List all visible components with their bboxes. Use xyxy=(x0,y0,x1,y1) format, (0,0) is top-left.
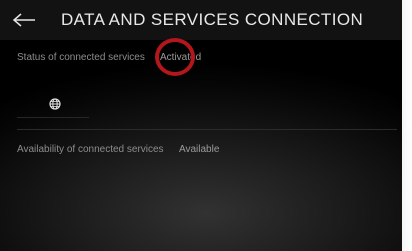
highlight-circle xyxy=(155,38,195,76)
header-bar: DATA AND SERVICES CONNECTION xyxy=(0,0,402,40)
page-title: DATA AND SERVICES CONNECTION xyxy=(61,10,364,29)
status-label: Status of connected services xyxy=(17,52,145,63)
divider xyxy=(17,117,89,118)
screen: DATA AND SERVICES CONNECTION Status of c… xyxy=(0,0,412,251)
back-button[interactable] xyxy=(10,10,38,30)
screen-bezel xyxy=(402,0,412,251)
data-connection-toggle[interactable] xyxy=(40,92,70,116)
globe-icon xyxy=(49,98,61,110)
availability-value: Available xyxy=(179,144,220,155)
arrow-left-icon xyxy=(12,13,35,27)
availability-label: Availability of connected services xyxy=(17,144,164,155)
section-divider xyxy=(17,129,397,130)
